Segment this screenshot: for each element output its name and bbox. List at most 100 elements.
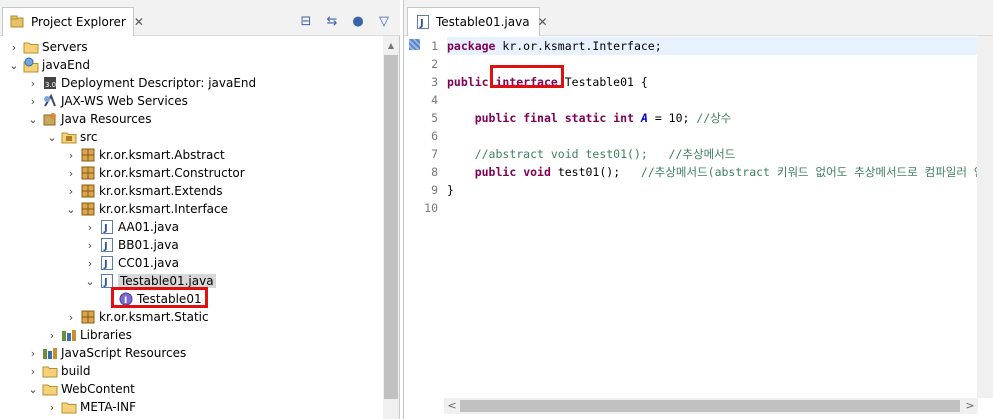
java-file-icon: J xyxy=(99,219,115,235)
code-token: A xyxy=(640,111,648,125)
tree-item[interactable]: › Libraries xyxy=(46,326,132,344)
chevron-right-icon[interactable]: › xyxy=(27,74,39,92)
scroll-left-arrow-icon[interactable]: < xyxy=(444,398,460,414)
focus-icon[interactable]: ● xyxy=(350,13,366,29)
chevron-right-icon[interactable]: › xyxy=(46,398,58,416)
tree-item[interactable]: › JavaScript Resources xyxy=(27,344,186,362)
scrollbar-thumb[interactable] xyxy=(460,400,960,412)
tree-item-label: javaEnd xyxy=(42,58,90,72)
tree-item[interactable]: › J CC01.java xyxy=(84,254,179,272)
chevron-down-icon[interactable]: ⌄ xyxy=(65,200,77,218)
tree-item-label: Libraries xyxy=(80,328,132,342)
code-text[interactable]: package kr.or.ksmart.Interface; public in… xyxy=(447,36,977,396)
tab-project-explorer[interactable]: Project Explorer ✕ xyxy=(2,7,144,36)
line-number: 1 xyxy=(431,39,438,53)
chevron-right-icon[interactable]: › xyxy=(65,308,77,326)
code-token: Testable01 { xyxy=(557,75,648,89)
tree-item[interactable]: ⌄ kr.or.ksmart.Interface xyxy=(65,200,228,218)
line-number: 4 xyxy=(431,93,438,107)
keyword-token: void xyxy=(523,165,551,179)
explorer-vertical-scrollbar[interactable]: ▲ xyxy=(383,36,399,419)
tree-item[interactable]: › JAX-WS Web Services xyxy=(27,92,188,110)
tree-item[interactable]: › kr.or.ksmart.Static xyxy=(65,308,209,326)
chevron-right-icon[interactable]: › xyxy=(27,92,39,110)
tree-item-label: kr.or.ksmart.Interface xyxy=(99,202,229,216)
code-line[interactable]: } xyxy=(447,181,454,199)
chevron-right-icon[interactable]: › xyxy=(65,164,77,182)
tree-item-label: build xyxy=(61,364,91,378)
folder-icon xyxy=(23,39,39,55)
web-project-icon xyxy=(23,57,39,73)
chevron-right-icon[interactable]: › xyxy=(65,182,77,200)
scrollbar-thumb[interactable] xyxy=(384,55,398,399)
chevron-right-icon[interactable]: › xyxy=(84,218,96,236)
code-line[interactable]: package kr.or.ksmart.Interface; xyxy=(447,37,977,55)
close-icon[interactable]: ✕ xyxy=(538,15,548,29)
chevron-down-icon[interactable]: ⌄ xyxy=(84,272,96,290)
tree-item[interactable]: › Servers xyxy=(8,38,88,56)
tree-item-label: AA01.java xyxy=(118,220,179,234)
chevron-down-icon[interactable]: ⌄ xyxy=(27,380,39,398)
chevron-right-icon[interactable]: › xyxy=(46,326,58,344)
tree-item[interactable]: ⌄ Java Resources xyxy=(27,110,151,128)
tab-testable01-java[interactable]: J Testable01.java ✕ xyxy=(407,7,548,36)
chevron-right-icon[interactable]: › xyxy=(27,344,39,362)
tree-item[interactable]: › J BB01.java xyxy=(84,236,179,254)
tree-item-label: kr.or.ksmart.Abstract xyxy=(99,148,225,162)
line-number: 6 xyxy=(431,129,438,143)
link-with-editor-icon[interactable]: ⇆ xyxy=(324,13,340,29)
code-token: test01(); xyxy=(550,165,641,179)
code-line[interactable]: //abstract void test01(); //추상메서드 xyxy=(447,145,736,163)
chevron-right-icon[interactable]: › xyxy=(8,38,20,56)
tree-item[interactable]: › META-INF xyxy=(46,398,136,416)
package-icon xyxy=(80,165,96,181)
code-token: } xyxy=(447,183,454,197)
code-line[interactable]: public void test01(); //추상메서드(abstract 키… xyxy=(447,163,977,181)
svg-text:J: J xyxy=(419,18,424,29)
tree-item[interactable]: › kr.or.ksmart.Extends xyxy=(65,182,223,200)
code-line[interactable]: public final static int A = 10; //상수 xyxy=(447,109,732,127)
chevron-down-icon[interactable]: ⌄ xyxy=(46,128,58,146)
chevron-right-icon[interactable]: › xyxy=(27,362,39,380)
java-file-icon: J xyxy=(99,237,115,253)
keyword-token: public xyxy=(474,165,517,179)
view-menu-icon[interactable]: ▽ xyxy=(376,13,392,29)
tree-item-label: Deployment Descriptor: javaEnd xyxy=(61,76,257,90)
editor-horizontal-scrollbar[interactable]: < > xyxy=(444,398,978,414)
source-folder-icon xyxy=(61,129,77,145)
tree-item[interactable]: ⌄ javaEnd xyxy=(8,56,90,74)
tree-item[interactable]: › build xyxy=(27,362,91,380)
code-area[interactable]: 1 2 3 4 5 6 7 8 9 10 package kr.or.ksmart.Interfa… xyxy=(404,36,993,419)
tree-item-label: JAX-WS Web Services xyxy=(61,94,188,108)
tree-item[interactable]: › 3.0 Deployment Descriptor: javaEnd xyxy=(27,74,256,92)
svg-text:J: J xyxy=(103,223,108,234)
tree-item[interactable]: › kr.or.ksmart.Constructor xyxy=(65,164,245,182)
comment-token: //상수 xyxy=(696,111,732,125)
chevron-right-icon[interactable]: › xyxy=(84,236,96,254)
close-icon[interactable]: ✕ xyxy=(134,15,144,29)
tree-item[interactable]: › kr.or.ksmart.Abstract xyxy=(65,146,225,164)
java-file-icon: J xyxy=(417,14,429,30)
svg-text:J: J xyxy=(103,277,108,288)
highlight-box-testable01-node xyxy=(111,287,208,308)
project-explorer-title: Project Explorer xyxy=(31,15,126,29)
scroll-up-arrow-icon[interactable]: ▲ xyxy=(383,38,399,54)
folder-icon xyxy=(42,381,58,397)
collapse-all-icon[interactable]: ⊟ xyxy=(298,13,314,29)
package-icon xyxy=(80,201,96,217)
explorer-toolbar: ⊟ ⇆ ● ▽ xyxy=(298,13,392,29)
chevron-right-icon[interactable]: › xyxy=(65,146,77,164)
chevron-down-icon[interactable]: ⌄ xyxy=(8,56,20,74)
chevron-down-icon[interactable]: ⌄ xyxy=(27,110,39,128)
tree-item[interactable]: ⌄ WebContent xyxy=(27,380,135,398)
tree-item[interactable]: ⌄ src xyxy=(46,128,97,146)
editor-vertical-scrollbar[interactable] xyxy=(977,36,993,398)
chevron-right-icon[interactable]: › xyxy=(84,254,96,272)
scroll-right-arrow-icon[interactable]: > xyxy=(962,398,978,414)
line-number: 8 xyxy=(431,165,438,179)
package-icon xyxy=(80,183,96,199)
keyword-token: int xyxy=(613,111,635,125)
java-file-icon: J xyxy=(99,255,115,271)
tree-item[interactable]: › J AA01.java xyxy=(84,218,179,236)
